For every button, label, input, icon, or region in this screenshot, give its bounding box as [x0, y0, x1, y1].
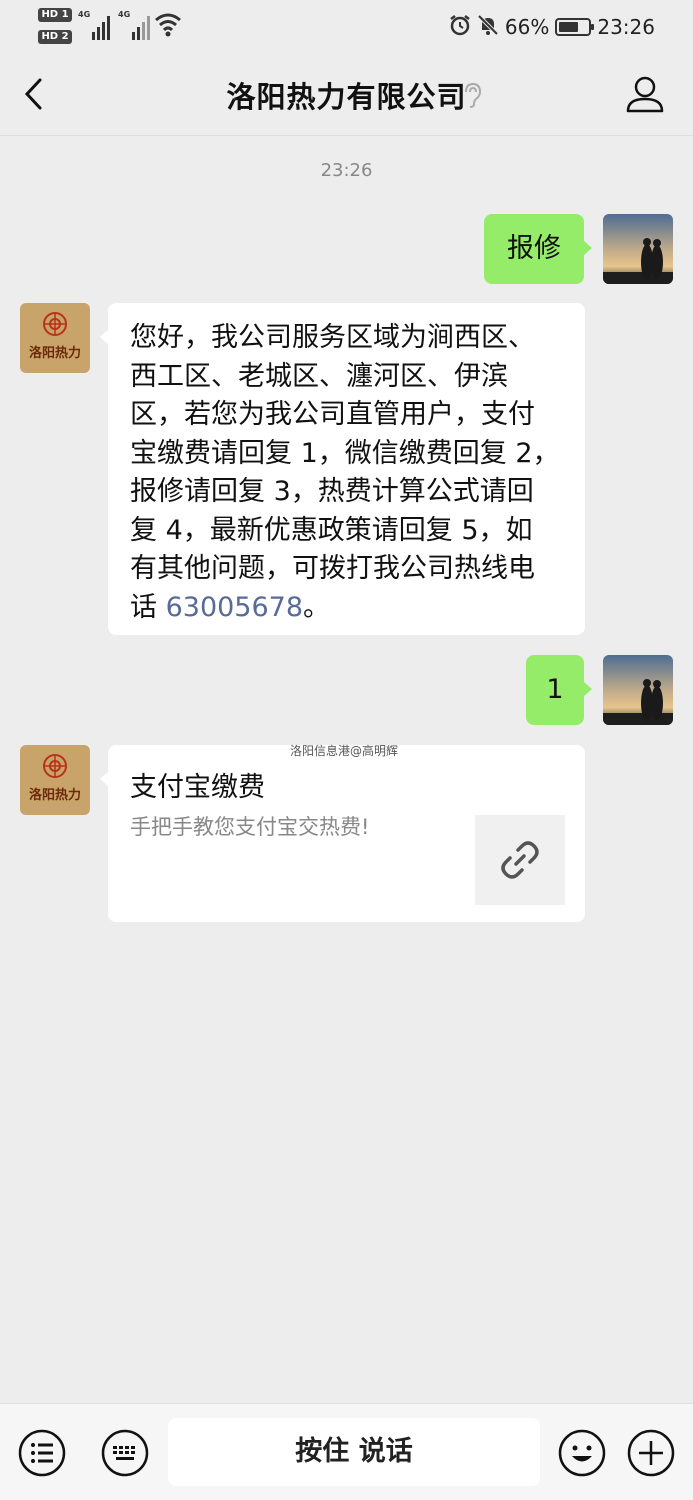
wifi-icon — [154, 12, 182, 42]
phone-number-link[interactable]: 63005678 — [166, 592, 303, 623]
status-bar: HD 1 HD 2 4G 4G 66% 23:26 — [0, 0, 693, 52]
message-line: 宝缴费请回复 1，微信缴费回复 2， — [130, 437, 560, 469]
chat-title: 洛阳热力有限公司 — [226, 80, 467, 114]
hd2-badge: HD 2 — [38, 30, 72, 44]
more-button[interactable] — [627, 1429, 675, 1477]
status-right: 66% 23:26 — [449, 12, 655, 42]
network-1-label: 4G — [78, 10, 91, 19]
input-bar: 按住 说话 — [0, 1403, 693, 1500]
link-card[interactable]: 支付宝缴费 手把手教您支付宝交热费! — [100, 745, 585, 922]
message-line: 有其他问题，可拨打我公司热线电 — [130, 553, 535, 584]
message-line: 西工区、老城区、瀍河区、伊滨 — [130, 360, 508, 392]
message-line: 您好，我公司服务区域为涧西区、 — [130, 322, 535, 353]
alarm-icon — [449, 14, 471, 40]
signal-1-icon: 4G — [78, 10, 110, 46]
sunset-photo-avatar — [603, 214, 673, 284]
company-avatar[interactable]: 洛阳热力 — [20, 745, 90, 815]
status-time: 23:26 — [597, 15, 655, 39]
ear-icon — [460, 82, 484, 108]
outgoing-message[interactable]: 报修 — [484, 214, 592, 284]
chat-timestamp: 23:26 — [320, 160, 373, 181]
plus-icon — [627, 1429, 675, 1477]
battery-icon — [555, 18, 595, 36]
message-text: 您好，我公司服务区域为涧西区、 西工区、老城区、瀍河区、伊滨 区，若您为我公司直… — [130, 319, 570, 627]
keyboard-icon — [101, 1429, 149, 1477]
company-logo-icon — [43, 754, 67, 778]
message-line: 报修请回复 3，热费计算公式请回 — [130, 476, 534, 507]
menu-icon — [18, 1429, 66, 1477]
network-2-label: 4G — [118, 10, 131, 19]
sunset-photo-avatar — [603, 655, 673, 725]
message-line: 区，若您为我公司直管用户，支付 — [130, 399, 535, 430]
message-text: 1 — [546, 674, 564, 705]
company-logo-text: 洛阳热力 — [28, 346, 81, 361]
user-avatar[interactable] — [603, 655, 673, 725]
mute-icon — [477, 14, 499, 40]
keyboard-button[interactable] — [101, 1429, 149, 1477]
signal-2-icon: 4G — [118, 10, 150, 46]
emoji-icon — [558, 1429, 606, 1477]
message-line-last: 话 63005678。 — [130, 589, 570, 628]
watermark: 洛阳信息港@高明辉 — [290, 744, 399, 758]
company-logo-icon — [43, 312, 67, 336]
user-avatar[interactable] — [603, 214, 673, 284]
battery-fill — [559, 22, 578, 32]
message-text-part: 。 — [303, 591, 331, 623]
profile-button[interactable] — [625, 74, 665, 114]
battery-percent: 66% — [504, 15, 550, 39]
link-card-title: 支付宝缴费 — [130, 772, 265, 803]
hold-to-talk-button[interactable]: 按住 说话 — [168, 1418, 540, 1486]
chat-header: 洛阳热力有限公司 — [0, 52, 693, 136]
menu-button[interactable] — [18, 1429, 66, 1477]
company-logo-text: 洛阳热力 — [28, 788, 81, 803]
incoming-message[interactable]: 您好，我公司服务区域为涧西区、 西工区、老城区、瀍河区、伊滨 区，若您为我公司直… — [100, 303, 585, 635]
link-card-thumbnail — [475, 815, 565, 905]
link-card-description: 手把手教您支付宝交热费! — [130, 815, 370, 839]
emoji-button[interactable] — [558, 1429, 606, 1477]
profile-icon — [626, 76, 664, 113]
outgoing-message[interactable]: 1 — [526, 655, 592, 725]
hd1-badge: HD 1 — [38, 8, 72, 22]
message-text-part: 话 — [130, 591, 166, 623]
company-avatar[interactable]: 洛阳热力 — [20, 303, 90, 373]
message-text: 报修 — [507, 233, 561, 264]
message-line: 复 4，最新优惠政策请回复 5，如 — [130, 514, 533, 546]
link-icon — [501, 841, 539, 879]
